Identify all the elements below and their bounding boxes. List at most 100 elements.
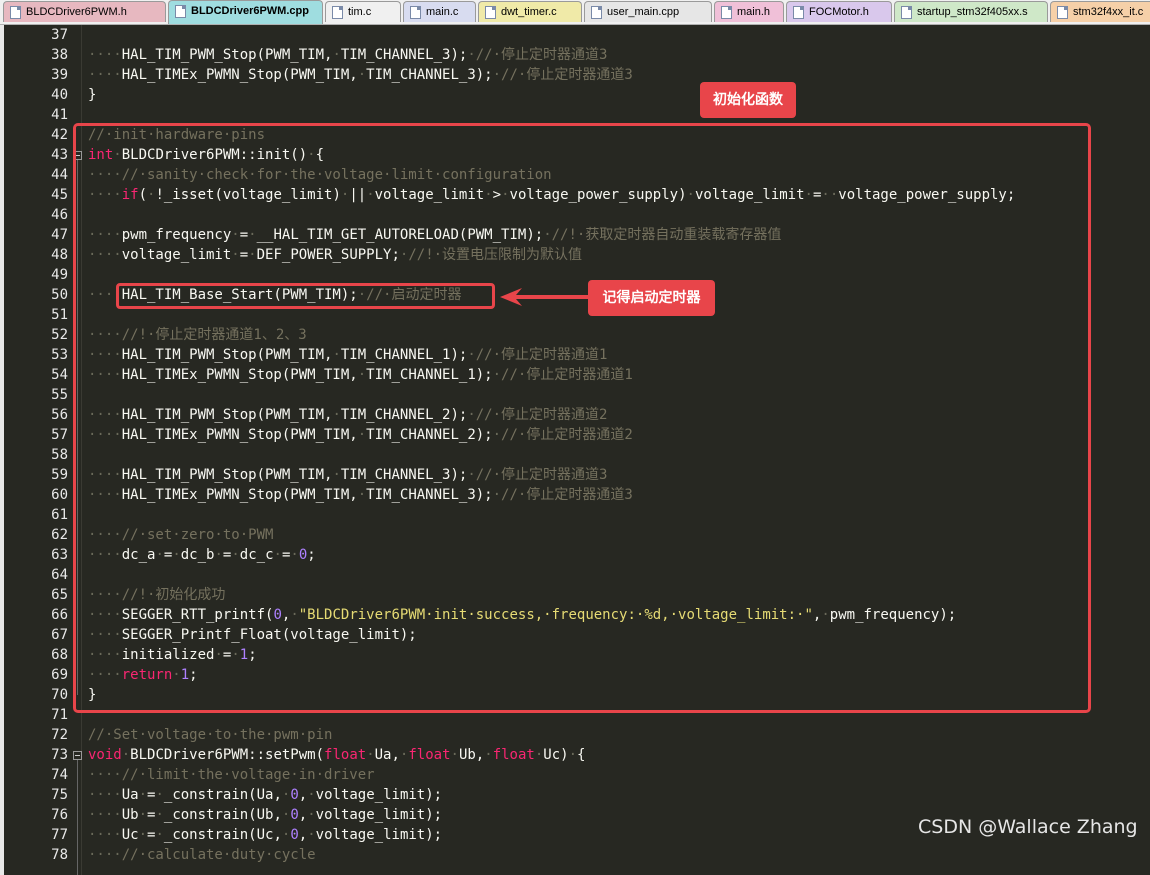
line-number: 66 <box>51 607 68 623</box>
code-line: void·BLDCDriver6PWM::setPwm(float·Ua,·fl… <box>88 745 585 765</box>
file-tab[interactable]: BLDCDriver6PWM.h <box>3 1 166 22</box>
code-token: //·limit·the·voltage·in·driver <box>121 767 375 783</box>
line-number: 73 <box>51 747 68 763</box>
line-number: 53 <box>51 347 68 363</box>
line-number: 52 <box>51 327 68 343</box>
line-number: 43 <box>51 147 68 163</box>
code-token: , <box>298 827 308 843</box>
file-tab[interactable]: user_main.cpp <box>584 1 712 22</box>
code-line: } <box>88 85 96 105</box>
file-tab-label: main.h <box>737 6 771 18</box>
fold-guide <box>77 760 78 875</box>
code-token: , <box>298 807 308 823</box>
code-token: Uc) <box>543 747 569 763</box>
whitespace-marker: · <box>138 807 148 823</box>
line-number: 57 <box>51 427 68 443</box>
file-icon <box>410 6 421 19</box>
line-number: 75 <box>51 787 68 803</box>
code-token: HAL_TIMEx_PWMN_Stop(PWM_TIM, <box>121 67 358 83</box>
code-token: float <box>492 747 535 763</box>
file-icon <box>901 6 912 19</box>
file-icon <box>721 6 732 19</box>
start-timer-callout: 记得启动定时器 <box>588 280 715 316</box>
code-line: ····Ub·=·_constrain(Ub,·0,·voltage_limit… <box>88 805 442 825</box>
code-token: //·停止定时器通道3 <box>501 67 633 83</box>
file-tab-label: tim.c <box>348 6 372 18</box>
line-number: 60 <box>51 487 68 503</box>
line-number: 65 <box>51 587 68 603</box>
code-token: TIM_CHANNEL_3); <box>340 47 468 63</box>
code-line: ····Ua·=·_constrain(Ua,·0,·voltage_limit… <box>88 785 442 805</box>
file-tab[interactable]: startup_stm32f405xx.s <box>894 1 1048 22</box>
code-editor[interactable]: 37 38 39 40 41 42 43 44 45 46 47 48 49 50 51 52 53 54 55 56… <box>0 25 1150 875</box>
line-number: 46 <box>51 207 68 223</box>
file-icon <box>485 6 496 19</box>
fold-toggle-icon[interactable] <box>73 751 82 760</box>
file-tab-label: BLDCDriver6PWM.cpp <box>191 5 309 17</box>
code-line: ····//·limit·the·voltage·in·driver <box>88 765 375 785</box>
code-token: HAL_TIM_PWM_Stop(PWM_TIM, <box>121 47 333 63</box>
whitespace-marker: · <box>138 827 148 843</box>
line-number: 63 <box>51 547 68 563</box>
line-number: 55 <box>51 387 68 403</box>
code-token: _constrain(Ua, <box>163 787 282 803</box>
code-line: ····HAL_TIM_PWM_Stop(PWM_TIM,·TIM_CHANNE… <box>88 45 607 65</box>
file-icon <box>175 5 186 18</box>
whitespace-marker: ···· <box>88 767 122 783</box>
line-number: 64 <box>51 567 68 583</box>
whitespace-marker: ···· <box>88 67 122 83</box>
code-token: void <box>88 747 122 763</box>
line-number: 58 <box>51 447 68 463</box>
file-tab-label: main.c <box>426 6 459 18</box>
file-tab[interactable]: main.h <box>714 1 784 22</box>
file-tab[interactable]: BLDCDriver6PWM.cpp <box>168 0 323 24</box>
whitespace-marker: · <box>484 747 493 763</box>
line-number: 50 <box>51 287 68 303</box>
file-tab[interactable]: FOCMotor.h <box>786 1 892 22</box>
whitespace-marker: · <box>138 787 148 803</box>
file-icon <box>332 6 343 19</box>
file-icon <box>10 6 21 19</box>
file-tab-label: FOCMotor.h <box>809 6 869 18</box>
whitespace-marker: · <box>307 807 316 823</box>
line-number: 59 <box>51 467 68 483</box>
line-number: 62 <box>51 527 68 543</box>
file-tab-label: BLDCDriver6PWM.h <box>26 6 127 18</box>
line-number: 37 <box>51 27 68 43</box>
whitespace-marker: · <box>450 747 459 763</box>
code-token: 0 <box>290 807 299 823</box>
file-tab[interactable]: tim.c <box>325 1 401 22</box>
whitespace-marker: · <box>332 47 341 63</box>
line-number: 40 <box>51 87 68 103</box>
code-token: Uc <box>121 827 139 843</box>
line-number-gutter: 37 38 39 40 41 42 43 44 45 46 47 48 49 50 51 52 53 54 55 56… <box>0 25 82 875</box>
init-function-callout: 初始化函数 <box>700 82 796 118</box>
code-token: BLDCDriver6PWM::setPwm( <box>130 747 325 763</box>
line-number: 45 <box>51 187 68 203</box>
file-tab[interactable]: dwt_timer.c <box>478 1 582 22</box>
watermark: CSDN @Wallace Zhang <box>918 816 1138 838</box>
line-number: 39 <box>51 67 68 83</box>
file-icon <box>1057 6 1068 19</box>
file-tab-label: stm32f4xx_it.c <box>1073 6 1144 18</box>
whitespace-marker: · <box>155 787 164 803</box>
line-number: 49 <box>51 267 68 283</box>
file-tab[interactable]: stm32f4xx_it.c <box>1050 1 1150 22</box>
code-token: //·calculate·duty·cycle <box>121 847 316 863</box>
code-token: //·停止定时器通道3 <box>475 47 608 63</box>
code-line: ····Uc·=·_constrain(Uc,·0,·voltage_limit… <box>88 825 442 845</box>
whitespace-marker: · <box>155 807 164 823</box>
file-tab-label: user_main.cpp <box>607 6 680 18</box>
code-token: voltage_limit); <box>315 787 443 803</box>
file-tab-bar: BLDCDriver6PWM.h BLDCDriver6PWM.cpp tim.c m… <box>0 0 1150 25</box>
file-tab[interactable]: main.c <box>403 1 476 22</box>
whitespace-marker: ···· <box>88 807 122 823</box>
whitespace-marker: · <box>492 67 502 83</box>
line-number: 61 <box>51 507 68 523</box>
line-number: 67 <box>51 627 68 643</box>
code-token: float <box>408 747 451 763</box>
line-number: 78 <box>51 847 68 863</box>
line-number: 47 <box>51 227 68 243</box>
whitespace-marker: · <box>155 827 164 843</box>
whitespace-marker: · <box>307 827 316 843</box>
